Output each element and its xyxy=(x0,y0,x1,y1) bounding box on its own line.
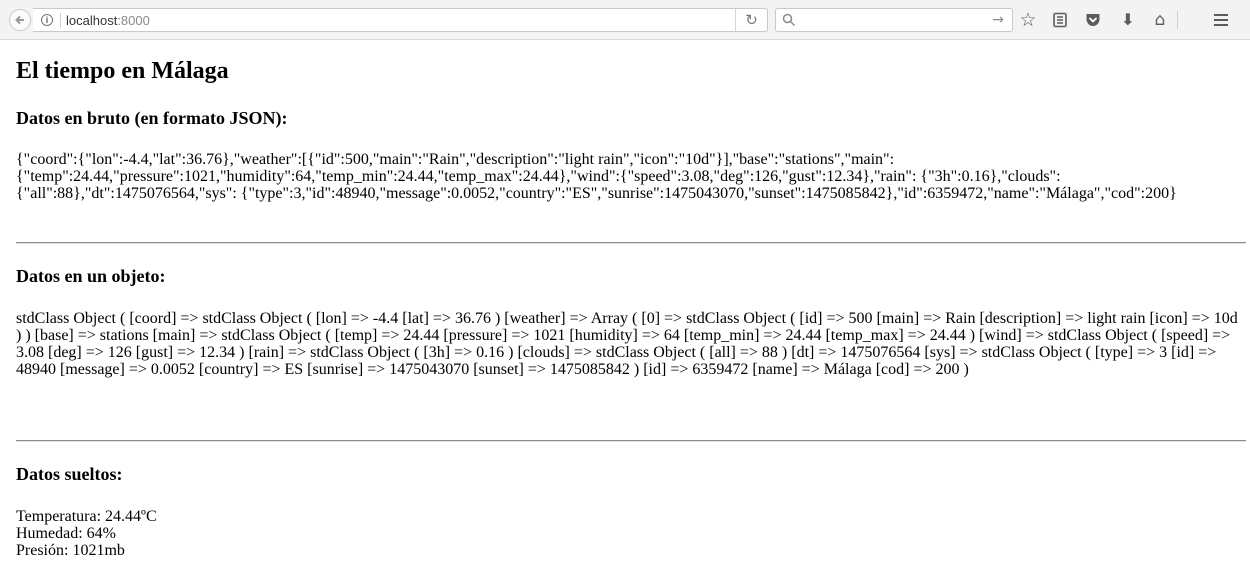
pressure-line: Presión: 1021mb xyxy=(16,542,125,559)
divider xyxy=(16,440,1246,442)
browser-toolbar: i localhost:8000 ↻ → ☆ ⬇ ⌂ xyxy=(0,0,1250,40)
go-arrow-icon[interactable]: → xyxy=(992,10,1004,30)
pocket-icon[interactable] xyxy=(1082,9,1104,31)
object-data-heading: Datos en un objeto: xyxy=(16,266,166,286)
loose-data-list: Temperatura: 24.44ºC Humedad: 64% Presió… xyxy=(16,508,157,559)
info-icon[interactable]: i xyxy=(41,14,53,26)
back-arrow-icon xyxy=(15,15,24,25)
toolbar-divider xyxy=(1177,11,1178,29)
download-icon[interactable]: ⬇ xyxy=(1117,9,1139,31)
object-dump-text: stdClass Object ( [coord] => stdClass Ob… xyxy=(16,310,1238,378)
hamburger-menu-icon[interactable] xyxy=(1210,9,1232,31)
humidity-line: Humedad: 64% xyxy=(16,525,116,542)
url-separator xyxy=(60,13,61,28)
url-text[interactable]: localhost:8000 xyxy=(66,12,150,29)
raw-data-heading: Datos en bruto (en formato JSON): xyxy=(16,108,288,128)
url-bar[interactable]: i localhost:8000 ↻ xyxy=(33,8,768,32)
search-icon xyxy=(782,13,796,27)
temperature-line: Temperatura: 24.44ºC xyxy=(16,508,157,525)
home-icon[interactable]: ⌂ xyxy=(1149,9,1171,31)
bookmark-star-icon[interactable]: ☆ xyxy=(1017,9,1039,31)
reading-list-icon[interactable] xyxy=(1049,9,1071,31)
search-bar[interactable]: → xyxy=(775,8,1013,32)
reload-icon[interactable]: ↻ xyxy=(735,9,767,31)
loose-data-heading: Datos sueltos: xyxy=(16,464,123,484)
raw-json-text: {"coord":{"lon":-4.4,"lat":36.76},"weath… xyxy=(16,151,1177,202)
divider xyxy=(16,242,1246,244)
page-title: El tiempo en Málaga xyxy=(16,58,229,84)
url-host: localhost xyxy=(66,13,118,28)
back-button[interactable] xyxy=(9,9,31,31)
url-port: :8000 xyxy=(117,13,150,28)
